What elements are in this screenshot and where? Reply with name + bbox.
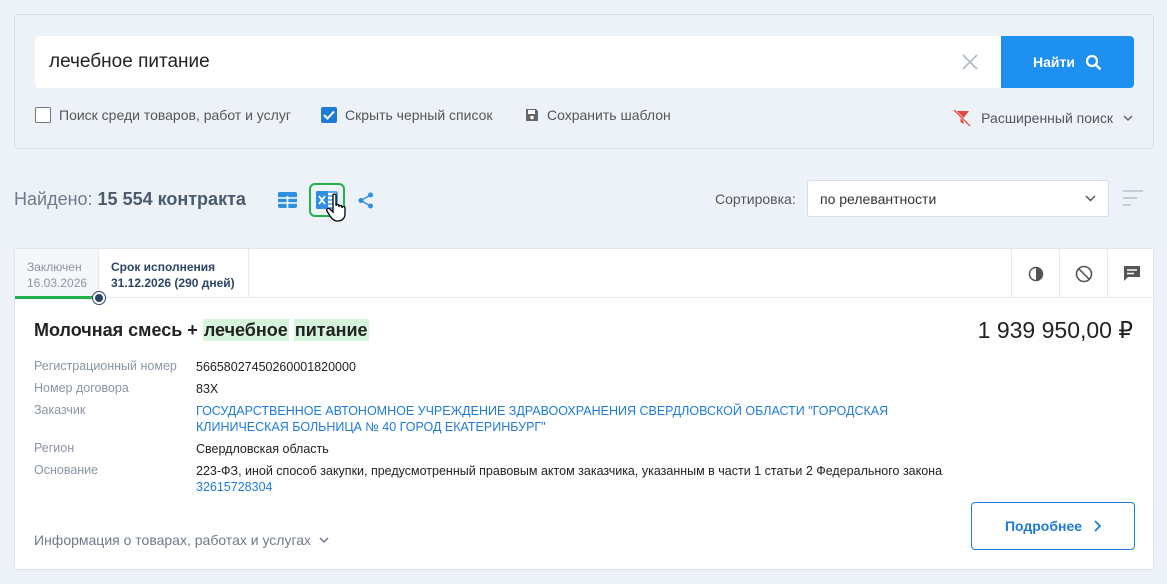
customer-link[interactable]: ГОСУДАРСТВЕННОЕ АВТОНОМНОЕ УЧРЕЖДЕНИЕ ЗД… (196, 403, 956, 435)
search-icon (1085, 54, 1102, 70)
field-value: 223-ФЗ, иной способ закупки, предусмотре… (196, 463, 956, 495)
table-icon (277, 192, 297, 208)
share-icon (358, 192, 373, 208)
advanced-search-toggle[interactable]: Расширенный поиск (953, 109, 1133, 127)
clear-icon[interactable] (961, 53, 979, 71)
stage-execution: Срок исполнения 31.12.2026 (290 дней) (99, 249, 249, 298)
field-label: Заказчик (34, 403, 86, 417)
check-icon (323, 110, 335, 120)
chevron-down-icon (1123, 114, 1133, 121)
card-header: Заключен 16.03.2026 Срок исполнения 31.1… (15, 249, 1155, 304)
basis-link[interactable]: 32615728304 (196, 480, 272, 494)
share-button[interactable] (348, 183, 384, 217)
search-options: Поиск среди товаров, работ и услуг Скрыт… (35, 107, 1133, 127)
contract-price: 1 939 950,00 ₽ (977, 317, 1133, 343)
goods-search-label: Поиск среди товаров, работ и услуг (59, 107, 291, 123)
contrast-button[interactable] (1011, 249, 1059, 298)
save-icon (526, 109, 538, 121)
save-template-label: Сохранить шаблон (547, 107, 671, 123)
comment-button[interactable] (1107, 249, 1155, 298)
title-text: Молочная смесь + (34, 320, 198, 340)
stage-execution-date: 31.12.2026 (290 дней) (111, 276, 235, 290)
field-label: Номер договора (34, 381, 129, 395)
field-label: Регион (34, 441, 75, 455)
contract-card: Заключен 16.03.2026 Срок исполнения 31.1… (14, 248, 1154, 570)
search-button-label: Найти (1033, 54, 1075, 70)
chevron-down-icon (1085, 195, 1096, 202)
details-button[interactable]: Подробнее (971, 502, 1135, 550)
chevron-right-icon (1094, 520, 1102, 532)
title-highlight-2: питание (293, 319, 369, 341)
blacklist-button[interactable] (1059, 249, 1107, 298)
advanced-search-label: Расширенный поиск (981, 110, 1113, 126)
sort-direction-icon[interactable] (1121, 188, 1145, 210)
sort-value: по релевантности (820, 190, 937, 207)
hide-blacklist-option[interactable]: Скрыть черный список (321, 107, 493, 123)
results-count: Найдено: 15 554 контракта (14, 189, 246, 210)
table-view-button[interactable] (269, 183, 305, 217)
found-count: 15 554 контракта (97, 189, 246, 209)
stage-concluded-label: Заключен (27, 260, 82, 274)
search-input[interactable] (49, 36, 939, 88)
found-label: Найдено: (14, 189, 93, 209)
field-label: Основание (34, 463, 99, 477)
search-box (35, 36, 1001, 88)
goods-search-option[interactable]: Поиск среди товаров, работ и услуг (35, 107, 291, 123)
save-template-button[interactable]: Сохранить шаблон (525, 107, 671, 123)
search-panel: Найти Поиск среди товаров, работ и услуг… (14, 14, 1154, 149)
field-value: 56658027450260001820000 (196, 360, 356, 374)
field-value: 83Х (196, 382, 219, 396)
filter-off-icon (953, 109, 972, 127)
hand-cursor-icon (326, 193, 346, 222)
sort-label: Сортировка: (715, 191, 796, 207)
search-button[interactable]: Найти (1001, 36, 1134, 88)
sort-select[interactable]: по релевантности (807, 180, 1109, 217)
stage-progress-bar (15, 296, 99, 299)
field-label: Регистрационный номер (34, 359, 177, 373)
block-icon (1075, 265, 1092, 282)
comment-icon (1123, 266, 1140, 281)
goods-info-toggle[interactable]: Информация о товарах, работах и услугах (34, 532, 329, 548)
contract-title[interactable]: Молочная смесь + лечебное питание (34, 319, 369, 341)
basis-text: 223-ФЗ, иной способ закупки, предусмотре… (196, 464, 943, 478)
stage-concluded-date: 16.03.2026 (27, 276, 88, 290)
contrast-icon (1028, 266, 1043, 281)
goods-search-checkbox[interactable] (35, 107, 51, 123)
field-value: Свердловская область (196, 442, 329, 456)
title-highlight-1: лечебное (202, 319, 289, 341)
stage-concluded: Заключен 16.03.2026 (15, 249, 99, 298)
chevron-down-icon (319, 536, 329, 543)
details-button-label: Подробнее (1004, 518, 1083, 534)
hide-blacklist-checkbox[interactable] (321, 107, 337, 123)
goods-info-label: Информация о товарах, работах и услугах (34, 532, 312, 548)
stage-progress-marker (93, 292, 105, 304)
hide-blacklist-label: Скрыть черный список (345, 107, 493, 123)
stage-execution-label: Срок исполнения (111, 260, 216, 274)
